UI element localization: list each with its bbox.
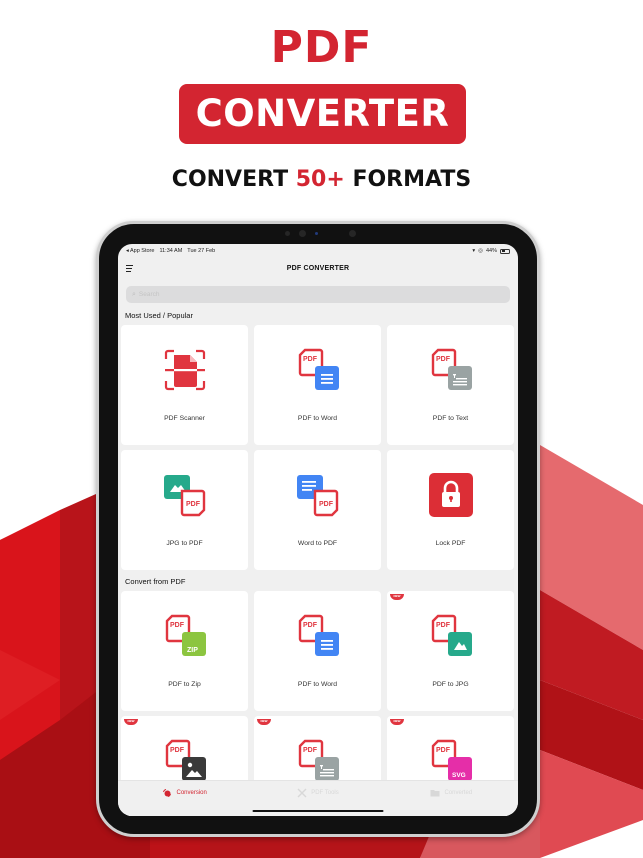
camera-dot [285,231,290,236]
tool-card-jpg-to-pdf[interactable]: PDF JPG to PDF [121,450,248,570]
svg-text:ZIP: ZIP [187,647,198,654]
new-badge: NEW [257,719,271,725]
tool-card-pdf-to-text[interactable]: PDF PDF to Text [387,325,514,445]
new-badge: NEW [390,594,404,600]
pdf-to-svg-icon: PDF SVG [431,739,472,781]
section-title-convert-from-pdf: Convert from PDF [125,577,186,586]
tablet-frame: ◂ App Store 11:34 AM Tue 27 Feb ▾ ◎ 44% … [96,221,540,837]
pdf-to-word-icon: PDF [298,348,339,390]
new-badge: NEW [124,719,138,725]
tool-label: JPG to PDF [166,540,203,547]
folder-icon [430,789,440,796]
lock-icon [428,473,473,517]
tool-card-lock-pdf[interactable]: Lock PDF [387,450,514,570]
back-to-app-link[interactable]: ◂ App Store [126,248,154,254]
pdf-to-image-icon: PDF [165,739,206,781]
status-time: 11:34 AM [159,248,183,254]
page-title: PDF CONVERTER [286,265,350,272]
tool-label: PDF to JPG [432,681,469,688]
promo-title: PDF [270,22,373,73]
search-icon: ⌕ [132,290,136,298]
svg-text:PDF: PDF [436,356,451,363]
tool-card-pdf-to-word[interactable]: PDF PDF to Word [254,325,381,445]
camera-sensor [315,232,318,235]
svg-text:PDF: PDF [170,747,185,754]
tab-label: Converted [444,789,473,796]
home-indicator[interactable] [252,809,384,812]
popular-tools-grid: PDF Scanner PDF PDF to Word PDF PDF to T… [121,325,515,570]
camera-lens [299,230,306,237]
search-bar[interactable]: ⌕ [126,286,510,303]
svg-text:PDF: PDF [186,501,201,508]
tool-label: PDF to Zip [168,681,201,688]
tab-label: Conversion [176,789,207,796]
tool-card-pdf-to-word-2[interactable]: PDF PDF to Word [254,591,381,711]
pdf-to-jpg-icon: PDF [431,614,472,656]
svg-text:SVG: SVG [452,772,466,779]
tool-label: PDF to Word [297,681,338,688]
svg-text:PDF: PDF [170,622,185,629]
wifi-icon: ▾ [472,248,476,254]
status-date: Tue 27 Feb [187,248,216,254]
nav-bar: PDF CONVERTER [118,260,518,280]
tool-label: Lock PDF [435,540,466,547]
tool-card-pdf-to-jpg[interactable]: NEW PDF PDF to JPG [387,591,514,711]
jpg-to-pdf-icon: PDF [163,475,205,517]
battery-percent: 44% [485,248,497,254]
pdf-to-text-icon: PDF [431,348,472,390]
tool-card-pdf-to-zip[interactable]: PDF ZIP PDF to Zip [121,591,248,711]
pdf-scanner-icon [164,349,205,391]
svg-text:PDF: PDF [303,622,318,629]
bottom-tab-bar: Conversion PDF Tools Converted [118,780,518,816]
section-title-popular: Most Used / Popular [125,311,193,320]
tool-card-word-to-pdf[interactable]: PDF Word to PDF [254,450,381,570]
promo-subtitle-pre: CONVERT [171,167,296,192]
tool-label: Word to PDF [297,540,338,547]
pdf-to-text-icon: PDF [298,739,339,781]
promo-subtitle: CONVERT 50+ FORMATS [0,166,643,194]
tool-label: PDF to Text [432,415,469,422]
orientation-lock-icon: ◎ [478,248,483,254]
svg-text:PDF: PDF [303,747,318,754]
tools-icon [297,788,307,797]
tool-label: PDF to Word [297,415,338,422]
tab-conversion[interactable]: Conversion [118,781,251,816]
promo-subtitle-post: FORMATS [344,167,472,192]
svg-text:PDF: PDF [303,356,318,363]
tool-card-pdf-scanner[interactable]: PDF Scanner [121,325,248,445]
camera-lens-2 [349,230,356,237]
promo-subtitle-highlight: 50+ [295,167,345,192]
status-bar: ◂ App Store 11:34 AM Tue 27 Feb ▾ ◎ 44% [126,246,510,256]
tab-converted[interactable]: Converted [385,781,518,816]
conversion-icon [163,788,172,797]
tab-label: PDF Tools [311,789,339,796]
new-badge: NEW [390,719,404,725]
svg-text:PDF: PDF [436,622,451,629]
pdf-to-zip-icon: PDF ZIP [165,614,206,656]
battery-icon [500,248,510,254]
pdf-to-word-icon: PDF [298,614,339,656]
svg-text:PDF: PDF [319,501,334,508]
promo-banner: CONVERTER [179,84,466,144]
app-screen: ◂ App Store 11:34 AM Tue 27 Feb ▾ ◎ 44% … [118,244,518,816]
tool-label: PDF Scanner [164,415,205,422]
search-input[interactable] [138,291,479,298]
svg-text:PDF: PDF [436,747,451,754]
word-to-pdf-icon: PDF [296,475,338,517]
